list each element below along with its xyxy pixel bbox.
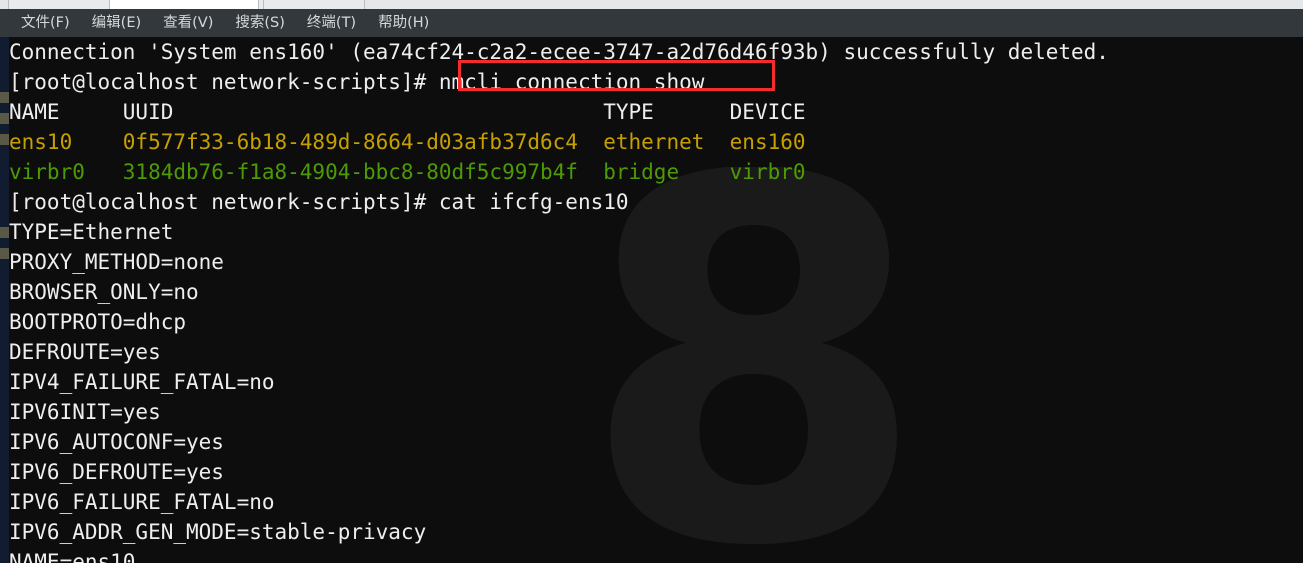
terminal-line: ens10 0f577f33-6b18-489d-8664-d03afb37d6… <box>9 130 806 154</box>
menu-bar: 文件(F) 编辑(E) 查看(V) 搜索(S) 终端(T) 帮助(H) <box>0 9 1303 37</box>
terminal-line: BOOTPROTO=dhcp <box>9 310 187 334</box>
terminal-line: DEFROUTE=yes <box>9 340 161 364</box>
terminal-line: PROXY_METHOD=none <box>9 250 224 274</box>
menu-terminal[interactable]: 终端(T) <box>296 12 367 35</box>
tab-strip-segment[interactable] <box>264 0 365 9</box>
menu-file[interactable]: 文件(F) <box>10 12 81 35</box>
menu-view[interactable]: 查看(V) <box>152 12 224 35</box>
terminal-line: NAME=ens10 <box>9 550 136 563</box>
terminal-line: IPV6_FAILURE_FATAL=no <box>9 490 275 514</box>
terminal-line: virbr0 3184db76-f1a8-4904-bbc8-80df5c997… <box>9 160 806 184</box>
terminal-line: TYPE=Ethernet <box>9 220 174 244</box>
terminal-line: IPV6INIT=yes <box>9 400 161 424</box>
terminal-window: 文件(F) 编辑(E) 查看(V) 搜索(S) 终端(T) 帮助(H) 8 Co… <box>0 0 1303 563</box>
terminal-line: IPV6_ADDR_GEN_MODE=stable-privacy <box>9 520 427 544</box>
menu-edit[interactable]: 编辑(E) <box>81 12 152 35</box>
terminal-line: [root@localhost network-scripts]# nmcli … <box>9 70 705 94</box>
terminal-line: IPV6_DEFROUTE=yes <box>9 460 224 484</box>
terminal-line: IPV6_AUTOCONF=yes <box>9 430 224 454</box>
terminal-line: BROWSER_ONLY=no <box>9 280 199 304</box>
terminal-line: Connection 'System ens160' (ea74cf24-c2a… <box>9 40 1109 64</box>
terminal-line: [root@localhost network-scripts]# cat if… <box>9 190 629 214</box>
tab-strip-segment[interactable] <box>9 0 110 9</box>
tab-strip-segment[interactable] <box>0 0 9 9</box>
terminal-line: IPV4_FAILURE_FATAL=no <box>9 370 275 394</box>
top-tab-strip <box>0 0 1303 9</box>
terminal-line: NAME UUID TYPE DEVICE <box>9 100 806 124</box>
tab-strip-segment[interactable] <box>365 0 1303 9</box>
terminal-screen[interactable]: 8 Connection 'System ens160' (ea74cf24-c… <box>0 37 1303 563</box>
tab-strip-segment-active[interactable] <box>110 0 259 9</box>
menu-search[interactable]: 搜索(S) <box>224 12 296 35</box>
menu-help[interactable]: 帮助(H) <box>367 12 440 35</box>
terminal-output: Connection 'System ens160' (ea74cf24-c2a… <box>0 37 1303 563</box>
